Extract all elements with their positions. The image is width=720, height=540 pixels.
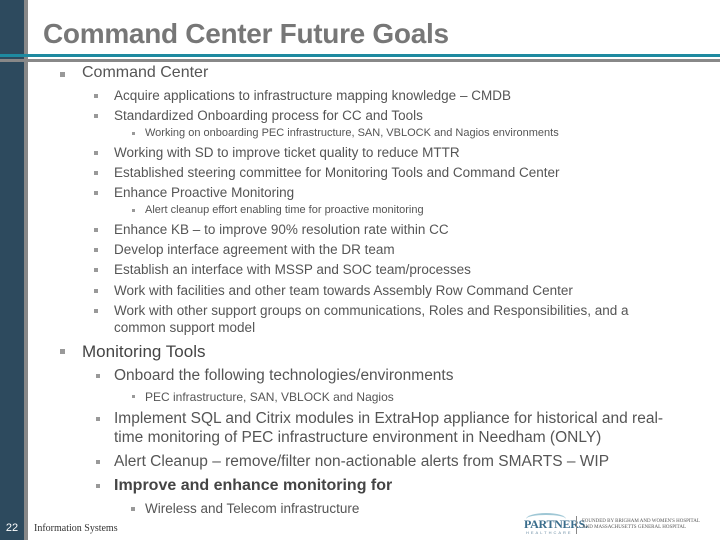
- logo-subtitle: HEALTHCARE: [526, 530, 573, 535]
- logo-tagline-line2: AND MASSACHUSETTS GENERAL HOSPITAL: [582, 525, 687, 530]
- bullet-icon: [131, 507, 135, 511]
- bullet-icon: [96, 460, 100, 464]
- bullet-icon: [132, 209, 135, 212]
- left-sidebar-bar: [0, 0, 24, 540]
- page-number: 22: [5, 522, 19, 534]
- section-heading-text: Command Center: [82, 64, 209, 81]
- logo-separator: [576, 516, 577, 534]
- list-item-text: Alert Cleanup – remove/filter non-action…: [114, 453, 610, 470]
- list-item-text: Working with SD to improve ticket qualit…: [114, 145, 460, 160]
- list-item-text: Develop interface agreement with the DR …: [114, 242, 395, 257]
- bullet-icon: [94, 289, 98, 293]
- sub-list-item-text: Alert cleanup effort enabling time for p…: [145, 204, 424, 216]
- slide-title: Command Center Future Goals: [43, 18, 449, 49]
- list-item-text: Standardized Onboarding process for CC a…: [114, 108, 423, 123]
- sub-list-item-text: Wireless and Telecom infrastructure: [145, 501, 360, 516]
- list-item-text: Establish an interface with MSSP and SOC…: [114, 262, 471, 277]
- sub-list-item-text: Working on onboarding PEC infrastructure…: [145, 127, 559, 139]
- bullet-icon: [94, 248, 98, 252]
- list-item-text: Implement SQL and Citrix modules in Extr…: [114, 410, 664, 427]
- footer-text: Information Systems: [34, 523, 118, 534]
- bullet-icon: [132, 132, 135, 135]
- bullet-icon: [94, 228, 98, 232]
- bullet-icon: [60, 72, 65, 77]
- bullet-icon: [60, 349, 65, 354]
- bullet-icon: [94, 94, 98, 98]
- list-item-text: Onboard the following technologies/envir…: [114, 367, 454, 384]
- partners-healthcare-logo: PARTNERS. HEALTHCARE FOUNDED BY BRIGHAM …: [520, 513, 710, 537]
- list-item-text: Work with facilities and other team towa…: [114, 283, 573, 298]
- title-underline-gray: [0, 59, 720, 62]
- list-item-text: Improve and enhance monitoring for: [114, 477, 393, 494]
- bullet-icon: [132, 395, 135, 398]
- bullet-icon: [96, 484, 100, 488]
- left-divider-line: [24, 0, 28, 540]
- list-item-text: Enhance Proactive Monitoring: [114, 185, 295, 200]
- bullet-icon: [96, 374, 100, 378]
- bullet-icon: [94, 151, 98, 155]
- list-item-text-continued: common support model: [114, 320, 256, 335]
- title-underline-teal: [0, 54, 720, 57]
- list-item-text: Acquire applications to infrastructure m…: [114, 88, 511, 103]
- list-item-text: Established steering committee for Monit…: [114, 165, 560, 180]
- bullet-icon: [94, 114, 98, 118]
- list-item-text-continued: time monitoring of PEC infrastructure en…: [114, 429, 602, 446]
- bullet-icon: [96, 417, 100, 421]
- sub-list-item-text: PEC infrastructure, SAN, VBLOCK and Nagi…: [145, 390, 394, 404]
- bullet-icon: [94, 191, 98, 195]
- bullet-icon: [94, 268, 98, 272]
- list-item-text: Enhance KB – to improve 90% resolution r…: [114, 222, 449, 237]
- list-item-text: Work with other support groups on commun…: [114, 303, 629, 318]
- bullet-icon: [94, 309, 98, 313]
- bullet-icon: [94, 171, 98, 175]
- logo-tagline: FOUNDED BY BRIGHAM AND WOMEN'S HOSPITAL …: [582, 519, 700, 531]
- section-heading-text: Monitoring Tools: [82, 342, 206, 361]
